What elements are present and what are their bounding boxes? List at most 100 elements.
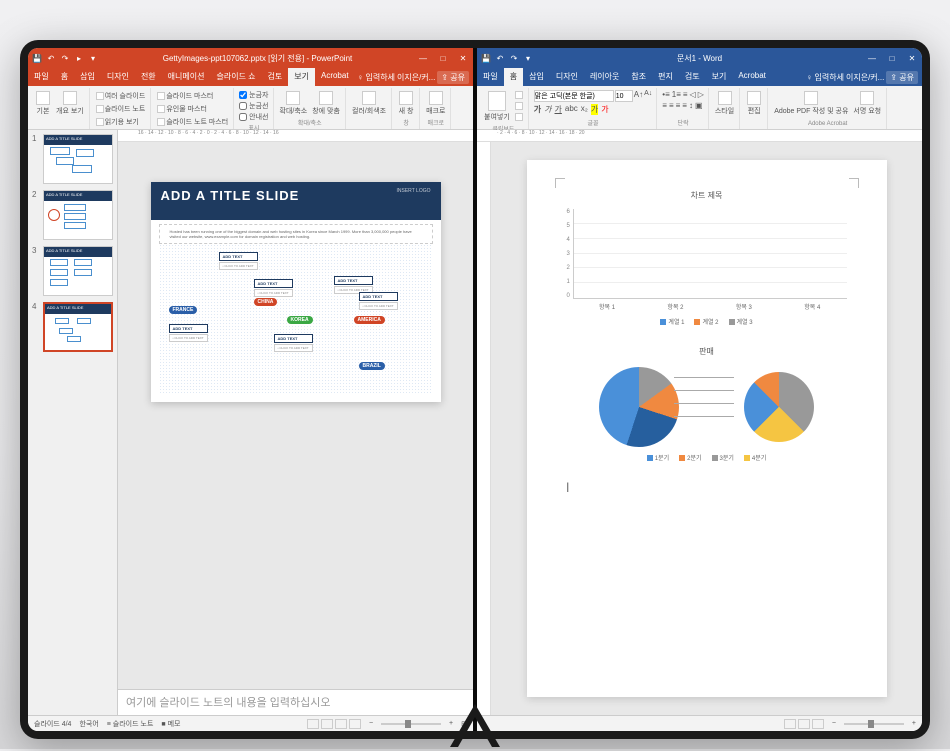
new-window-button[interactable]: 새 창 — [397, 90, 415, 117]
tab-animations[interactable]: 애니메이션 — [162, 68, 211, 86]
zoom-slider[interactable] — [844, 723, 904, 725]
current-slide[interactable]: ADD A TITLE SLIDE INSERT LOGO Hosted has… — [151, 182, 441, 402]
slide-master-button[interactable]: 슬라이드 마스터 — [156, 90, 214, 102]
maximize-icon[interactable]: □ — [437, 54, 449, 63]
macros-button[interactable]: 매크로 — [425, 90, 446, 117]
minimize-icon[interactable]: — — [866, 54, 878, 63]
line-spacing-button[interactable]: ↕ — [689, 101, 693, 110]
styles-button[interactable]: 스타일 — [714, 90, 735, 117]
save-icon[interactable]: 💾 — [32, 54, 42, 63]
tab-references[interactable]: 참조 — [625, 68, 652, 86]
undo-icon[interactable]: ↶ — [495, 54, 505, 63]
share-button[interactable]: ⇪ 공유 — [886, 71, 918, 84]
numbering-button[interactable]: 1≡ — [672, 90, 681, 99]
tab-view[interactable]: 보기 — [706, 68, 733, 86]
tab-mailings[interactable]: 편지 — [652, 68, 679, 86]
word-page[interactable]: 차트 제목 6543210 — [527, 160, 887, 697]
decrease-indent-button[interactable]: ◁ — [690, 90, 696, 99]
undo-icon[interactable]: ↶ — [46, 54, 56, 63]
slideshow-view-icon[interactable] — [349, 719, 361, 729]
align-center-button[interactable]: ≡ — [669, 101, 674, 110]
word-scroll[interactable]: 차트 제목 6543210 — [491, 142, 922, 715]
close-icon[interactable]: ✕ — [457, 54, 469, 63]
multilevel-button[interactable]: ≡ — [683, 90, 688, 99]
web-layout-icon[interactable] — [812, 719, 824, 729]
qat-more-icon[interactable]: ▾ — [88, 54, 98, 63]
bold-button[interactable]: 가 — [534, 104, 541, 115]
account[interactable]: 이지은/커... — [846, 72, 884, 83]
notes-toggle[interactable]: ≡ 슬라이드 노트 — [107, 719, 154, 729]
tab-home[interactable]: 홈 — [504, 68, 523, 86]
slide-description[interactable]: Hosted has been running one of the bigge… — [159, 224, 433, 244]
notes-master-button[interactable]: 슬라이드 노트 마스터 — [156, 116, 229, 128]
tab-transitions[interactable]: 전환 — [135, 68, 162, 86]
tab-view[interactable]: 보기 — [288, 68, 315, 86]
strikethrough-button[interactable]: abc — [565, 104, 578, 115]
bar-chart-object[interactable]: 차트 제목 6543210 — [567, 190, 847, 326]
maximize-icon[interactable]: □ — [886, 54, 898, 63]
thumbnail-4[interactable]: 4 ADD A TITLE SLIDE — [32, 302, 113, 352]
italic-button[interactable]: 가 — [544, 104, 551, 115]
align-left-button[interactable]: ≡ — [662, 101, 667, 110]
tab-layout[interactable]: 레이아웃 — [584, 68, 625, 86]
notes-pane[interactable]: 여기에 슬라이드 노트의 내용을 입력하십시오 — [118, 689, 473, 715]
tab-insert[interactable]: 삽입 — [523, 68, 550, 86]
outline-view-button[interactable]: 개요 보기 — [55, 90, 85, 117]
cut-button[interactable] — [514, 90, 524, 100]
tab-review[interactable]: 검토 — [679, 68, 706, 86]
font-name-input[interactable] — [534, 90, 614, 102]
text-highlight-button[interactable]: 가 — [591, 104, 598, 115]
callout-4[interactable]: ADD TEXT • CLICK TO ADD TEXT — [359, 292, 398, 310]
fit-window-button[interactable]: 창에 맞춤 — [311, 90, 341, 117]
reading-view-button[interactable]: 읽기용 보기 — [95, 116, 140, 128]
guides-checkbox[interactable]: 안내선 — [239, 112, 268, 122]
canvas-scroll[interactable]: ADD A TITLE SLIDE INSERT LOGO Hosted has… — [118, 142, 473, 689]
notes-page-button[interactable]: 슬라이드 노트 — [95, 103, 147, 115]
redo-icon[interactable]: ↷ — [60, 54, 70, 63]
print-layout-icon[interactable] — [798, 719, 810, 729]
minimize-icon[interactable]: — — [417, 54, 429, 63]
slide-title[interactable]: ADD A TITLE SLIDE — [161, 188, 300, 203]
account[interactable]: 이지은/커... — [397, 72, 435, 83]
slide-sorter-button[interactable]: 여러 슬라이드 — [95, 90, 147, 102]
editing-button[interactable]: 편집 — [745, 90, 763, 117]
create-pdf-button[interactable]: Adobe PDF 작성 및 공유 — [773, 90, 849, 117]
tab-design[interactable]: 디자인 — [101, 68, 135, 86]
request-signature-button[interactable]: 서명 요청 — [852, 90, 882, 117]
zoom-button[interactable]: 확대/축소 — [279, 90, 309, 117]
grow-font-icon[interactable]: A↑ — [634, 90, 643, 102]
tab-acrobat[interactable]: Acrobat — [732, 68, 772, 86]
bullets-button[interactable]: •≡ — [662, 90, 669, 99]
underline-button[interactable]: 가 — [555, 104, 562, 115]
align-right-button[interactable]: ≡ — [676, 101, 681, 110]
gridlines-checkbox[interactable]: 눈금선 — [239, 101, 268, 111]
reading-view-icon[interactable] — [335, 719, 347, 729]
tab-acrobat[interactable]: Acrobat — [315, 68, 355, 86]
handout-master-button[interactable]: 유인물 마스터 — [156, 103, 208, 115]
format-painter-button[interactable] — [514, 112, 524, 122]
thumbnail-1[interactable]: 1 ADD A TITLE SLIDE — [32, 134, 113, 184]
save-icon[interactable]: 💾 — [481, 54, 491, 63]
color-grayscale-button[interactable]: 컬러/회색조 — [351, 90, 387, 117]
tab-insert[interactable]: 삽입 — [74, 68, 101, 86]
shrink-font-icon[interactable]: A↓ — [644, 90, 652, 102]
thumbnail-3[interactable]: 3 ADD A TITLE SLIDE — [32, 246, 113, 296]
close-icon[interactable]: ✕ — [906, 54, 918, 63]
thumbnail-2[interactable]: 2 ADD A TITLE SLIDE — [32, 190, 113, 240]
justify-button[interactable]: ≡ — [682, 101, 687, 110]
increase-indent-button[interactable]: ▷ — [698, 90, 704, 99]
zoom-out-icon[interactable]: − — [832, 720, 836, 727]
tab-file[interactable]: 파일 — [477, 68, 504, 86]
slide-logo-placeholder[interactable]: INSERT LOGO — [397, 188, 431, 194]
tab-home[interactable]: 홈 — [55, 68, 74, 86]
read-mode-icon[interactable] — [784, 719, 796, 729]
callout-5[interactable]: ADD TEXT • CLICK TO ADD TEXT — [169, 324, 208, 342]
redo-icon[interactable]: ↷ — [509, 54, 519, 63]
tab-review[interactable]: 검토 — [262, 68, 289, 86]
sorter-view-icon[interactable] — [321, 719, 333, 729]
qat-more-icon[interactable]: ▾ — [523, 54, 533, 63]
normal-view-icon[interactable] — [307, 719, 319, 729]
normal-view-button[interactable]: 기본 — [34, 90, 52, 117]
start-slideshow-icon[interactable]: ▸ — [74, 54, 84, 63]
tab-slideshow[interactable]: 슬라이드 쇼 — [210, 68, 261, 86]
